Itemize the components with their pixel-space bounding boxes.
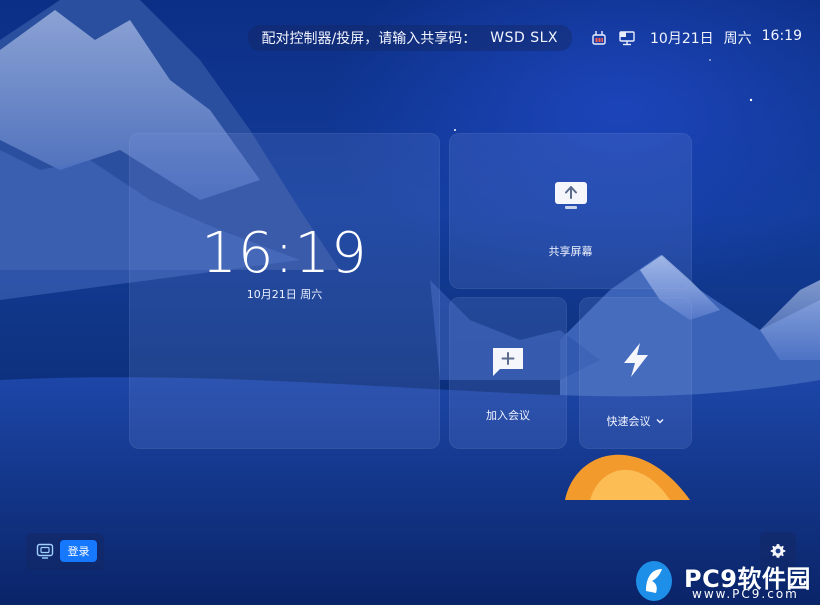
device-status-icon[interactable] xyxy=(590,29,608,47)
lightning-icon xyxy=(623,343,648,377)
join-meeting-label: 加入会议 xyxy=(486,409,530,422)
screen-status-icon[interactable] xyxy=(618,29,636,47)
screen-cast-icon xyxy=(36,543,54,559)
pair-prompt-text: 配对控制器/投屏，请输入共享码： xyxy=(261,31,477,47)
login-panel: 登录 xyxy=(26,533,104,570)
watermark: PC9软件园 www.PC9.com xyxy=(632,557,818,603)
share-screen-button[interactable]: 共享屏幕 xyxy=(449,133,692,289)
chat-plus-icon xyxy=(493,348,523,376)
top-status-bar: 配对控制器/投屏，请输入共享码： WSD SLX 10月21日 周六 16:19 xyxy=(247,25,802,51)
pc9-logo-icon xyxy=(636,561,672,601)
share-screen-label: 共享屏幕 xyxy=(548,245,593,258)
topbar-date: 10月21日 xyxy=(650,31,714,47)
join-meeting-button[interactable]: 加入会议 xyxy=(449,297,567,449)
topbar-datetime: 10月21日 周六 16:19 xyxy=(650,28,802,48)
chevron-down-icon[interactable] xyxy=(655,416,665,426)
pair-code-pill: 配对控制器/投屏，请输入共享码： WSD SLX xyxy=(247,25,572,51)
share-screen-icon xyxy=(554,182,587,209)
clock-card: 16:19 10月21日 周六 xyxy=(129,133,440,449)
login-button[interactable]: 登录 xyxy=(60,540,97,562)
quick-meeting-button[interactable]: 快速会议 xyxy=(579,297,692,449)
watermark-url: www.PC9.com xyxy=(692,587,799,601)
quick-meeting-text: 快速会议 xyxy=(606,415,651,428)
clock-date: 10月21日 周六 xyxy=(246,288,323,301)
clock-time: 16:19 xyxy=(201,221,368,286)
topbar-weekday: 周六 xyxy=(723,31,752,47)
topbar-time: 16:19 xyxy=(761,28,802,44)
quick-meeting-label: 快速会议 xyxy=(579,413,692,429)
pair-code-text: WSD SLX xyxy=(490,30,558,46)
